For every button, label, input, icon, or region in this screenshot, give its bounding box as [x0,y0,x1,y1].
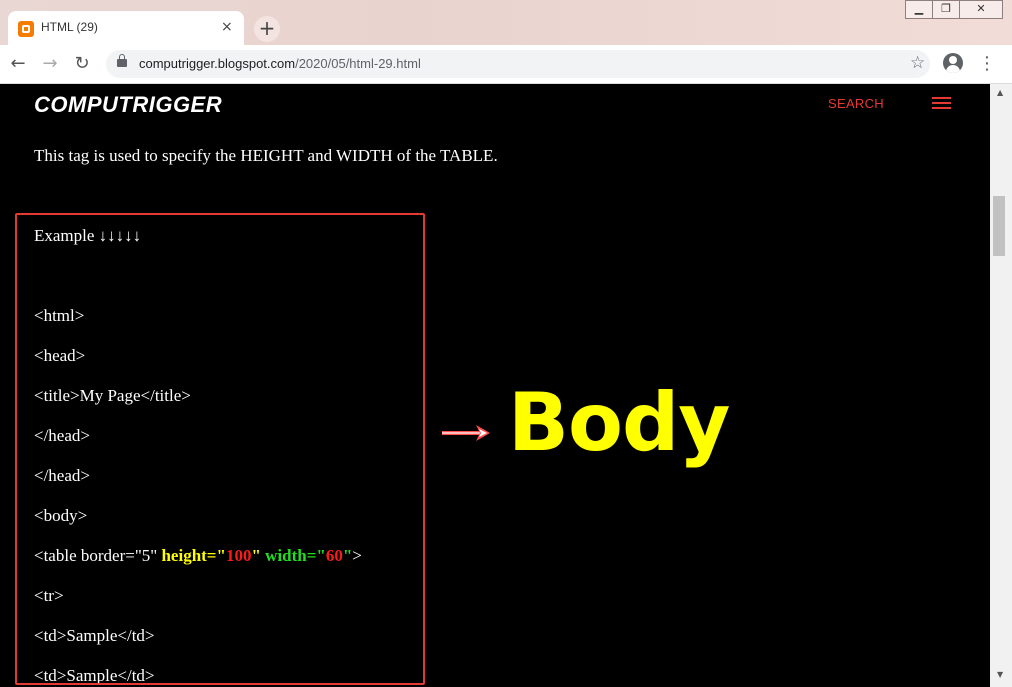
hamburger-menu-icon[interactable] [932,97,951,110]
window-controls: ▁ ❐ ✕ [905,0,1003,19]
width-value: 60 [325,546,343,565]
address-bar[interactable]: computrigger.blogspot.com/2020/05/html-2… [106,50,930,78]
page-scrollbar[interactable]: ▲ ▼ [990,84,1012,687]
url-host: computrigger.blogspot.com [139,56,296,71]
width-attr: width=" [260,546,326,565]
code-line-table: <table border="5" height="100" width="60… [34,546,362,566]
account-icon[interactable] [943,53,963,73]
browser-menu-icon[interactable]: ⋮ [978,52,996,76]
code-line-html: <html> [34,306,85,325]
site-brand[interactable]: COMPUTRIGGER [34,92,222,118]
forward-button[interactable]: → [38,52,62,76]
url-text[interactable]: computrigger.blogspot.com/2020/05/html-2… [139,56,421,71]
url-path: /2020/05/html-29.html [295,56,421,71]
width-quote: " [342,546,353,565]
browser-toolbar: ← → ↻ computrigger.blogspot.com/2020/05/… [0,45,1012,84]
page-content: COMPUTRIGGER SEARCH This tag is used to … [0,84,990,687]
example-title: Example ↓↓↓↓↓ [34,226,142,245]
code-line-td-2: <td>Sample</td> [34,666,155,685]
height-attr: height=" [161,546,226,565]
code-line-td-1: <td>Sample</td> [34,626,155,645]
pointer-arrow-icon [442,425,490,441]
close-window-button[interactable]: ✕ [959,0,1003,19]
code-example-box: Example ↓↓↓↓↓ <html> <head> <title>My Pa… [15,213,425,685]
body-callout: Body [508,376,730,469]
code-line-head-close: </head> [34,426,90,445]
restore-button[interactable]: ❐ [932,0,960,19]
code-line-tr: <tr> [34,586,64,605]
table-prefix: <table border="5" [34,546,162,565]
back-button[interactable]: ← [6,52,30,76]
code-line-title: <title>My Page</title> [34,386,191,405]
new-tab-button[interactable]: + [254,16,280,42]
tab-title: HTML (29) [41,20,98,34]
bookmark-star-icon[interactable]: ☆ [910,53,925,73]
table-suffix: > [352,546,362,565]
tab-close-icon[interactable]: × [221,19,233,35]
code-line-body: <body> [34,506,88,525]
scroll-up-icon[interactable]: ▲ [997,88,1003,97]
blogger-favicon-icon [18,21,34,37]
intro-paragraph: This tag is used to specify the HEIGHT a… [34,146,498,165]
code-line-head-close-2: </head> [34,466,90,485]
height-value: 100 [225,546,252,565]
minimize-button[interactable]: ▁ [905,0,933,19]
lock-icon [117,54,127,67]
code-line-head: <head> [34,346,86,365]
scroll-thumb[interactable] [993,196,1005,256]
tab-strip: HTML (29) × + ▁ ❐ ✕ [0,0,1012,45]
scroll-down-icon[interactable]: ▼ [997,670,1003,679]
search-link[interactable]: SEARCH [828,96,884,111]
browser-tab[interactable]: HTML (29) × [8,11,244,45]
reload-button[interactable]: ↻ [70,52,94,76]
height-quote: " [251,546,261,565]
